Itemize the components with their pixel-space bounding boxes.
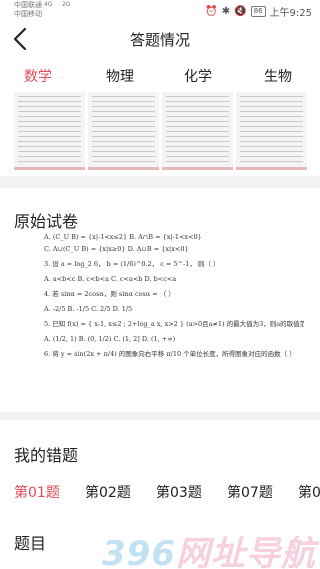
battery-indicator: 86 <box>250 6 266 17</box>
network-2: 2G <box>62 1 71 8</box>
wrong-questions-heading: 我的错题 <box>14 446 79 465</box>
mute-icon: 🔇 <box>234 6 247 17</box>
paper-line: 5. 已知 f(x) = { x-1, x≤2 ; 2+log_a x, x>2… <box>44 320 304 328</box>
scan-thumbnail[interactable] <box>14 92 85 170</box>
section-divider <box>0 176 320 188</box>
network-1: 4G <box>44 1 53 8</box>
scanned-pages-strip[interactable] <box>0 92 320 178</box>
carrier-2: 中国移动 <box>14 10 42 18</box>
paper-line: A. (1/2, 1) B. (0, 1/2) C. (1, 2] D. (1,… <box>44 335 176 343</box>
paper-line: A. a<b<c B. c<b<a C. c<a<b D. b<c<a <box>44 275 177 283</box>
question-tab-partial[interactable]: 第0 <box>298 482 320 502</box>
paper-line: A. -2/5 B. -1/5 C. 2/5 D. 1/5 <box>44 305 133 313</box>
tab-biology[interactable]: 生物 <box>264 66 292 86</box>
carrier-info: 中国联通 中国移动 <box>14 1 42 19</box>
page-title: 答题情况 <box>129 31 190 49</box>
paper-line: 6. 将 y = sin(2x + π/4) 的图象向右平移 π/10 个单位长… <box>44 350 296 358</box>
wrong-question-list: 第01题 第02题 第03题 第07题 第0 <box>14 482 320 502</box>
paper-line: C. A∪(C_U B) = {x|x≥0} D. A∪B = {x|x<0} <box>44 245 189 253</box>
paper-line: 3. 设 a = log_2 6， b = (1/6)^0.2， c = 5^-… <box>44 260 220 268</box>
header: 答题情况 <box>0 20 320 58</box>
scan-thumbnail[interactable] <box>236 92 307 170</box>
question-tab-01[interactable]: 第01题 <box>14 482 60 502</box>
watermark-number: 396 <box>102 534 176 569</box>
tab-math[interactable]: 数学 <box>24 66 52 86</box>
question-tab-03[interactable]: 第03题 <box>156 482 202 502</box>
original-paper-content[interactable]: A. (C_U B) = {x|-1<x≤2} B. A∩B = {x|-1<x… <box>44 233 304 398</box>
alarm-icon: ⏰ <box>205 6 218 17</box>
clock: 上午9:25 <box>269 8 312 19</box>
status-right: ⏰ ✱ 🔇 86 上午9:25 <box>205 4 312 19</box>
status-bar: 中国联通 中国移动 4G 2G ⏰ ✱ 🔇 86 上午9:25 <box>0 0 320 20</box>
scan-thumbnail[interactable] <box>162 92 233 170</box>
question-tab-02[interactable]: 第02题 <box>85 482 131 502</box>
carrier-1: 中国联通 <box>14 1 42 9</box>
question-tab-07[interactable]: 第07题 <box>227 482 273 502</box>
paper-line: A. (C_U B) = {x|-1<x≤2} B. A∩B = {x|-1<x… <box>44 233 202 241</box>
bluetooth-icon: ✱ <box>221 6 231 17</box>
scan-thumbnail[interactable] <box>88 92 159 170</box>
question-heading: 题目 <box>14 534 47 553</box>
paper-line: 4. 若 sinα = 2cosα，则 sinα cosα = （ ） <box>44 290 175 298</box>
tab-physics[interactable]: 物理 <box>106 66 134 86</box>
tab-chemistry[interactable]: 化学 <box>184 66 212 86</box>
subject-tabs: 数学 物理 化学 生物 <box>0 62 320 94</box>
original-paper-heading: 原始试卷 <box>14 212 79 231</box>
watermark-logo: 396网址导航 <box>102 526 316 569</box>
watermark-text: 网址导航 <box>176 534 316 569</box>
section-divider <box>0 412 320 420</box>
